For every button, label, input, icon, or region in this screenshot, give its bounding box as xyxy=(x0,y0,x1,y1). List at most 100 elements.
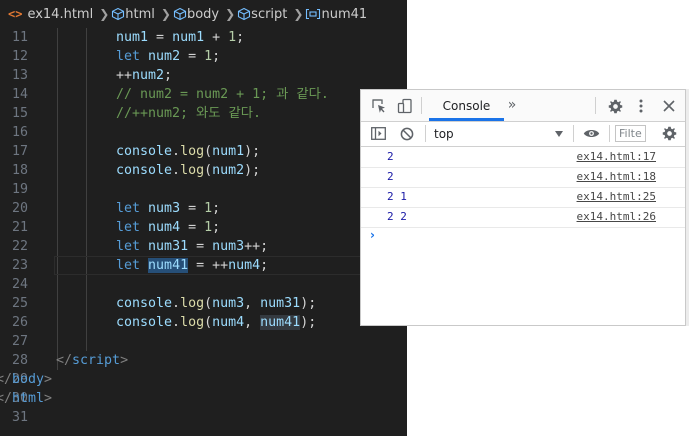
code-line[interactable]: 15 //++num2; 와도 같다. xyxy=(0,104,407,123)
code-token: let xyxy=(116,49,141,64)
code-token: num2 xyxy=(148,49,181,64)
code-token: num41 xyxy=(260,315,301,330)
indent-guide xyxy=(86,332,87,351)
code-line[interactable]: 21 let num4 = 1; xyxy=(0,218,407,237)
console-settings-gear-icon[interactable] xyxy=(659,124,679,143)
code-token: 1 xyxy=(204,220,213,235)
code-line[interactable]: 29 </body> xyxy=(0,370,407,389)
device-toolbar-icon[interactable] xyxy=(395,96,415,116)
code-token: num4 xyxy=(212,315,245,330)
breadcrumb-symbol[interactable]: num41 xyxy=(305,7,367,22)
variable-symbol-icon xyxy=(305,8,321,20)
code-token: 1 xyxy=(180,258,189,273)
line-number: 13 xyxy=(11,68,28,83)
console-message-source-link[interactable]: ex14.html:18 xyxy=(577,170,656,183)
gear-icon[interactable] xyxy=(605,96,625,116)
code-token: num3 xyxy=(212,239,245,254)
code-line[interactable]: 17 console.log(num1); xyxy=(0,142,407,161)
breadcrumb-html[interactable]: html xyxy=(111,7,155,22)
indent-guide xyxy=(57,85,58,104)
indent-guide xyxy=(57,180,58,199)
indent-guide xyxy=(86,142,87,161)
context-selector[interactable]: top xyxy=(434,121,454,146)
code-line[interactable]: 28 </script> xyxy=(0,351,407,370)
code-line[interactable]: 31 xyxy=(0,408,407,427)
code-token: console xyxy=(116,163,173,178)
line-number: 11 xyxy=(11,30,28,45)
line-number: 31 xyxy=(11,410,28,425)
line-number: 18 xyxy=(11,163,28,178)
indent-guide xyxy=(86,275,87,294)
code-token: ; xyxy=(212,49,221,64)
code-text: console.log(num1); xyxy=(116,142,260,161)
indent-guide xyxy=(57,237,58,256)
console-message-source-link[interactable]: ex14.html:26 xyxy=(577,210,656,223)
breadcrumb: <> ex14.html ❯ html ❯ body ❯ script ❯ nu… xyxy=(0,3,407,25)
eye-icon[interactable] xyxy=(580,124,602,143)
code-token: = xyxy=(180,49,205,64)
line-number: 16 xyxy=(11,125,28,140)
code-line[interactable]: 13 ++num2; xyxy=(0,66,407,85)
code-line[interactable]: 26 console.log(num4, num41); xyxy=(0,313,407,332)
line-number: 20 xyxy=(11,201,28,216)
close-icon[interactable] xyxy=(659,96,679,116)
element-cube-icon xyxy=(237,7,251,21)
code-line[interactable]: 20 let num3 = 1; xyxy=(0,199,407,218)
code-line[interactable]: 22 let num31 = num3++; xyxy=(0,237,407,256)
sidebar-toggle-icon[interactable] xyxy=(368,124,388,143)
filter-input[interactable]: Filte xyxy=(615,125,646,142)
console-message-source-link[interactable]: ex14.html:17 xyxy=(577,150,656,163)
code-line[interactable]: 12 let num2 = 1; xyxy=(0,47,407,66)
code-token: num4 xyxy=(228,258,261,273)
chevron-right-icon: ❯ xyxy=(293,7,304,21)
line-number: 27 xyxy=(11,334,28,349)
code-token: 1 xyxy=(204,201,213,216)
breadcrumb-file-label: ex14.html xyxy=(27,6,94,22)
code-line[interactable]: 18 console.log(num2); xyxy=(0,161,407,180)
code-text: </script> xyxy=(56,351,128,370)
code-text: //++num2; 와도 같다. xyxy=(116,104,261,123)
code-token: ++; xyxy=(244,239,269,254)
code-token: script xyxy=(72,353,121,368)
tab-console[interactable]: Console xyxy=(429,90,504,121)
code-text: // num2 = num2 + 1; 과 같다. xyxy=(116,85,329,104)
breadcrumb-body[interactable]: body xyxy=(173,7,219,22)
code-line[interactable]: 19 xyxy=(0,180,407,199)
code-token: console xyxy=(116,144,173,159)
code-token: log xyxy=(180,315,205,330)
toolbar-divider xyxy=(573,125,574,142)
code-token: num1 xyxy=(116,30,149,45)
code-token: = xyxy=(180,201,205,216)
code-line[interactable]: 23 let num41 = ++num4; xyxy=(0,256,407,275)
code-line[interactable]: 14 // num2 = num2 + 1; 과 같다. xyxy=(0,85,407,104)
kebab-menu-icon[interactable] xyxy=(633,96,649,116)
inspect-element-icon[interactable] xyxy=(369,96,389,116)
breadcrumb-script[interactable]: script xyxy=(237,7,287,22)
code-line[interactable]: 27 xyxy=(0,332,407,351)
console-prompt[interactable]: › xyxy=(370,228,375,242)
clear-console-icon[interactable] xyxy=(397,124,417,143)
code-line[interactable]: 11 num1 = num1 + 1; xyxy=(0,28,407,47)
indent-guide xyxy=(57,161,58,180)
toolbar-divider xyxy=(425,125,426,142)
code-token: </ xyxy=(56,353,73,368)
code-token: html xyxy=(12,391,45,406)
code-editor[interactable]: <> ex14.html ❯ html ❯ body ❯ script ❯ nu… xyxy=(0,0,407,436)
breadcrumb-file[interactable]: <> ex14.html xyxy=(0,7,93,22)
code-line[interactable]: 16 xyxy=(0,123,407,142)
code-token: ; xyxy=(260,258,269,273)
code-token: num1 xyxy=(172,30,205,45)
dropdown-arrow-icon[interactable] xyxy=(553,125,565,142)
code-token: body xyxy=(12,372,45,387)
code-line[interactable]: 24 xyxy=(0,275,407,294)
indent-guide xyxy=(86,294,87,313)
code-line[interactable]: 25 console.log(num3, num31); xyxy=(0,294,407,313)
code-text: let num3 = 1; xyxy=(116,199,220,218)
chevron-right-icon: ❯ xyxy=(99,7,110,21)
code-line[interactable]: 30 </html> xyxy=(0,389,407,408)
indent-guide xyxy=(86,28,87,47)
console-message-value: 2 xyxy=(387,150,394,163)
console-message-source-link[interactable]: ex14.html:25 xyxy=(577,190,656,203)
more-tabs-button[interactable]: » xyxy=(503,96,521,114)
